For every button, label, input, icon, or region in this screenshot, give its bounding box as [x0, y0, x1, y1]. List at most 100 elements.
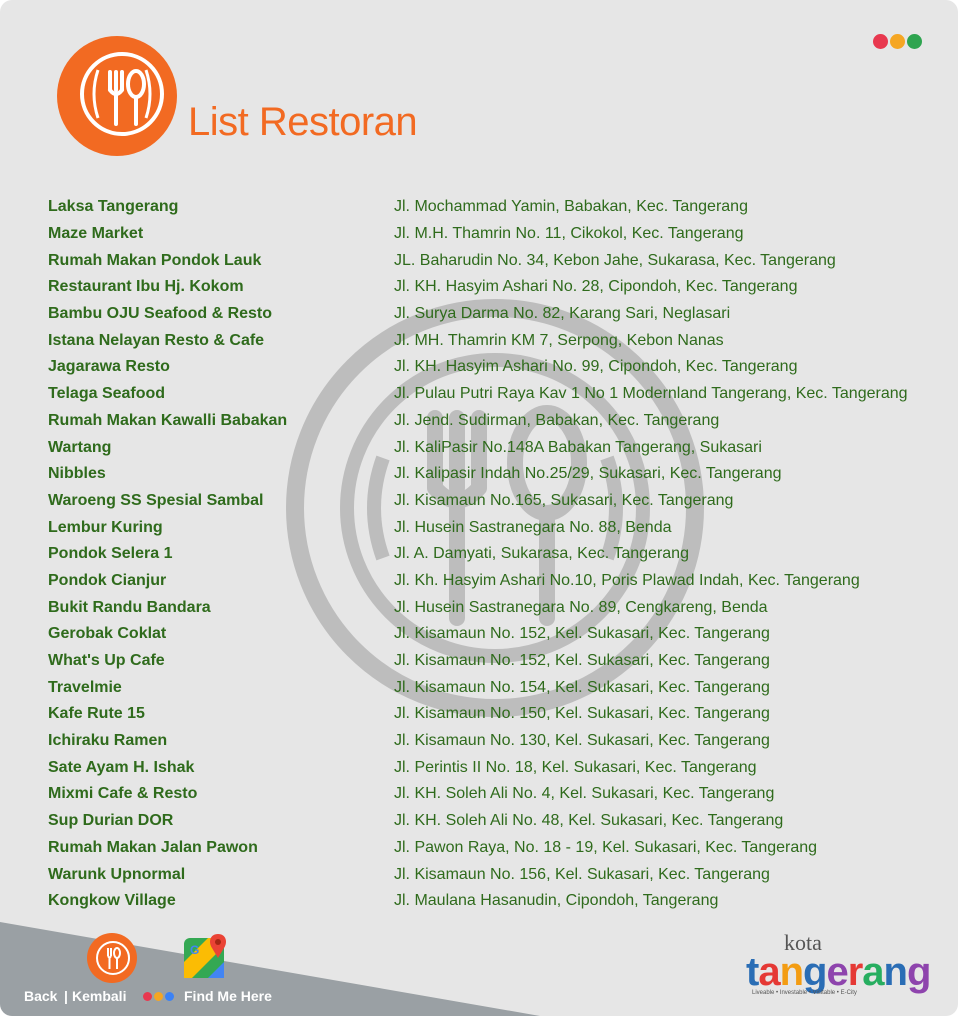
restaurant-address: Jl. Husein Sastranegara No. 88, Benda — [394, 518, 672, 536]
restaurant-list: Laksa Tangerang Jl. Mochammad Yamin, Baba… — [48, 194, 948, 915]
list-item: Lembur Kuring Jl. Husein Sastranegara No.… — [48, 514, 948, 541]
restaurant-address: Jl. Kisamaun No. 150, Kel. Sukasari, Kec… — [394, 705, 770, 723]
list-item: Bambu OJU Seafood & Resto Jl. Surya Darma… — [48, 301, 948, 328]
restaurant-address: Jl. Kisamaun No. 156, Kel. Sukasari, Kec… — [394, 865, 770, 883]
list-item: Travelmie Jl. Kisamaun No. 154, Kel. Suka… — [48, 674, 948, 701]
restaurant-name: Wartang — [48, 438, 112, 456]
restaurant-name: Lembur Kuring — [48, 518, 163, 536]
restaurant-name: Pondok Selera 1 — [48, 545, 173, 563]
red-dot-icon — [143, 992, 152, 1001]
restaurant-address: Jl. M.H. Thamrin No. 11, Cikokol, Kec. T… — [394, 225, 744, 243]
restaurant-address: Jl. Maulana Hasanudin, Cipondoh, Tangera… — [394, 892, 719, 910]
find-me-here-button[interactable]: Find Me Here — [184, 988, 272, 1004]
restaurant-address: Jl. KaliPasir No.148A Babakan Tangerang,… — [394, 438, 762, 456]
restaurant-address: Jl. Surya Darma No. 82, Karang Sari, Neg… — [394, 305, 731, 323]
restaurant-address: Jl. Kisamaun No. 130, Kel. Sukasari, Kec… — [394, 732, 770, 750]
list-item: Rumah Makan Kawalli Babakan Jl. Jend. Sud… — [48, 408, 948, 435]
list-item: Restaurant Ibu Hj. Kokom Jl. KH. Hasyim A… — [48, 274, 948, 301]
restaurant-name: Restaurant Ibu Hj. Kokom — [48, 278, 244, 296]
brand-letter: a — [758, 950, 780, 994]
restaurant-address: Jl. A. Damyati, Sukarasa, Kec. Tangerang — [394, 545, 689, 563]
back-button[interactable]: Back — [24, 988, 57, 1004]
list-item: Warunk Upnormal Jl. Kisamaun No. 156, Kel… — [48, 861, 948, 888]
separator: | — [64, 988, 68, 1004]
brand-letter: t — [746, 950, 759, 994]
restaurant-name: Sate Ayam H. Ishak — [48, 758, 195, 776]
brand-letter: e — [826, 950, 848, 994]
restaurant-address: Jl. Jend. Sudirman, Babakan, Kec. Tanger… — [394, 411, 720, 429]
restaurant-address: Jl. KH. Soleh Ali No. 4, Kel. Sukasari, … — [394, 785, 775, 803]
list-item: What's Up Cafe Jl. Kisamaun No. 152, Kel.… — [48, 648, 948, 675]
restaurant-address: Jl. KH. Soleh Ali No. 48, Kel. Sukasari,… — [394, 812, 784, 830]
blue-dot-icon — [165, 992, 174, 1001]
restaurant-address: Jl. Perintis II No. 18, Kel. Sukasari, K… — [394, 758, 757, 776]
green-dot-icon — [907, 34, 922, 49]
brand-tangerang-logo: tangerang — [746, 950, 931, 995]
restaurant-name: Warunk Upnormal — [48, 865, 186, 883]
restaurant-name: Kafe Rute 15 — [48, 705, 145, 723]
list-item: Laksa Tangerang Jl. Mochammad Yamin, Baba… — [48, 194, 948, 221]
list-item: Istana Nelayan Resto & Cafe Jl. MH. Thamr… — [48, 327, 948, 354]
restaurant-address: Jl. Pawon Raya, No. 18 - 19, Kel. Sukasa… — [394, 838, 818, 856]
restaurant-name: Nibbles — [48, 465, 106, 483]
list-item: Sate Ayam H. Ishak Jl. Perintis II No. 18… — [48, 754, 948, 781]
restaurant-name: Pondok Cianjur — [48, 571, 167, 589]
back-restaurant-icon[interactable] — [86, 932, 138, 984]
restaurant-name: Ichiraku Ramen — [48, 732, 168, 750]
restaurant-address: Jl. Kh. Hasyim Ashari No.10, Poris Plawa… — [394, 571, 860, 589]
restaurant-name: Waroeng SS Spesial Sambal — [48, 491, 264, 509]
yellow-dot-icon — [890, 34, 905, 49]
yellow-dot-icon — [154, 992, 163, 1001]
list-item: Rumah Makan Jalan Pawon Jl. Pawon Raya, N… — [48, 835, 948, 862]
app-panel: List Restoran Laksa Tangerang Jl. Mochamm… — [0, 0, 958, 1016]
brand-letter: r — [847, 950, 864, 994]
restaurant-name: Kongkow Village — [48, 892, 176, 910]
list-item: Ichiraku Ramen Jl. Kisamaun No. 130, Kel.… — [48, 728, 948, 755]
nav-dots — [143, 992, 174, 1001]
list-item: Kafe Rute 15 Jl. Kisamaun No. 150, Kel. S… — [48, 701, 948, 728]
restaurant-address: Jl. MH. Thamrin KM 7, Serpong, Kebon Nan… — [394, 331, 724, 349]
brand-letter: n — [779, 950, 804, 994]
restaurant-address: JL. Baharudin No. 34, Kebon Jahe, Sukara… — [394, 251, 836, 269]
restaurant-name: Sup Durian DOR — [48, 812, 174, 830]
brand-tagline: Liveable • Investable • Visitable • E-Ci… — [752, 990, 857, 996]
list-item: Mixmi Cafe & Resto Jl. KH. Soleh Ali No. … — [48, 781, 948, 808]
restaurant-address: Jl. Kisamaun No. 154, Kel. Sukasari, Kec… — [394, 678, 770, 696]
brand-letter: n — [883, 950, 908, 994]
restaurant-name: Laksa Tangerang — [48, 198, 179, 216]
fork-spoon-plate-icon — [57, 36, 177, 156]
restaurant-name: Gerobak Coklat — [48, 625, 167, 643]
restaurant-name: Mixmi Cafe & Resto — [48, 785, 198, 803]
list-item: Gerobak Coklat Jl. Kisamaun No. 152, Kel.… — [48, 621, 948, 648]
brand-letter: g — [803, 950, 827, 994]
list-item: Sup Durian DOR Jl. KH. Soleh Ali No. 48, … — [48, 808, 948, 835]
list-item: Kongkow Village Jl. Maulana Hasanudin, Ci… — [48, 888, 948, 915]
list-item: Wartang Jl. KaliPasir No.148A Babakan Tan… — [48, 434, 948, 461]
restaurant-name: Bambu OJU Seafood & Resto — [48, 305, 273, 323]
kembali-button[interactable]: Kembali — [72, 988, 126, 1004]
restaurant-name: Rumah Makan Jalan Pawon — [48, 838, 258, 856]
page-title: List Restoran — [188, 100, 418, 144]
restaurant-name: Rumah Makan Kawalli Babakan — [48, 411, 288, 429]
restaurant-address: Jl. Kalipasir Indah No.25/29, Sukasari, … — [394, 465, 782, 483]
list-item: Bukit Randu Bandara Jl. Husein Sastranega… — [48, 594, 948, 621]
restaurant-address: Jl. Kisamaun No. 152, Kel. Sukasari, Kec… — [394, 652, 770, 670]
list-item: Rumah Makan Pondok Lauk JL. Baharudin No.… — [48, 247, 948, 274]
restaurant-name: Travelmie — [48, 678, 122, 696]
restaurant-address: Jl. Kisamaun No. 152, Kel. Sukasari, Kec… — [394, 625, 770, 643]
restaurant-name: Maze Market — [48, 225, 144, 243]
list-item: Pondok Selera 1 Jl. A. Damyati, Sukarasa,… — [48, 541, 948, 568]
list-item: Maze Market Jl. M.H. Thamrin No. 11, Ciko… — [48, 221, 948, 248]
list-item: Pondok Cianjur Jl. Kh. Hasyim Ashari No.1… — [48, 568, 948, 595]
restaurant-name: Bukit Randu Bandara — [48, 598, 211, 616]
list-item: Nibbles Jl. Kalipasir Indah No.25/29, Suk… — [48, 461, 948, 488]
restaurant-address: Jl. Kisamaun No.165, Sukasari, Kec. Tang… — [394, 491, 734, 509]
restaurant-address: Jl. Mochammad Yamin, Babakan, Kec. Tange… — [394, 198, 748, 216]
brand-letter: g — [906, 950, 931, 994]
restaurant-name: Rumah Makan Pondok Lauk — [48, 251, 262, 269]
list-item: Waroeng SS Spesial Sambal Jl. Kisamaun No… — [48, 488, 948, 515]
svg-text:G: G — [190, 943, 199, 957]
restaurant-name: Telaga Seafood — [48, 385, 166, 403]
restaurant-address: Jl. Pulau Putri Raya Kav 1 No 1 Modernla… — [394, 385, 908, 403]
google-maps-icon[interactable]: G — [182, 932, 232, 980]
